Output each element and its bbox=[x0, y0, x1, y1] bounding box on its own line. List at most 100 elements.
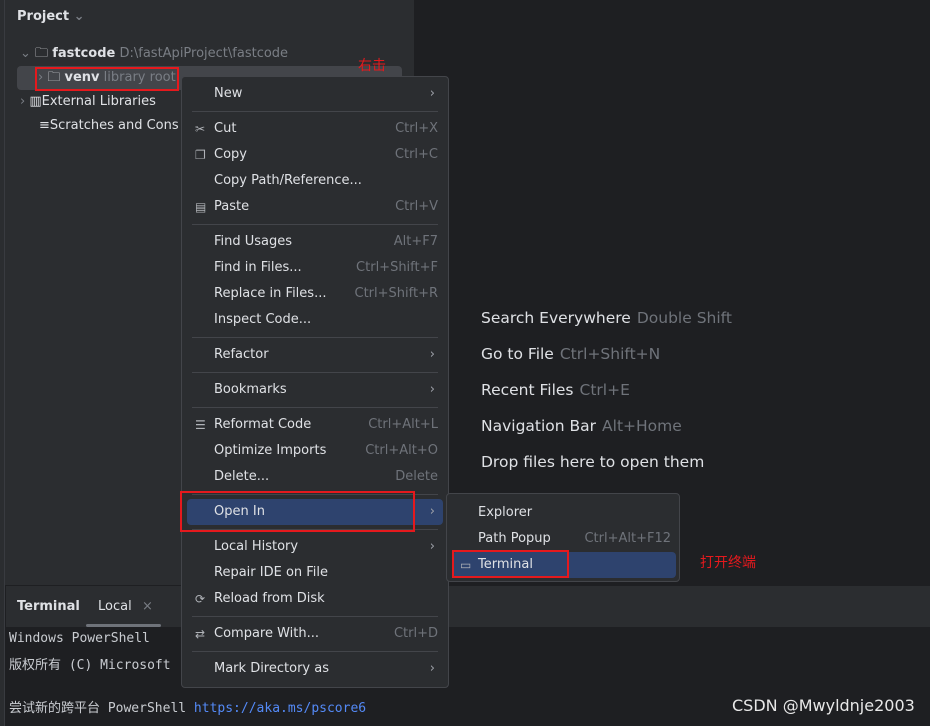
menu-separator bbox=[192, 111, 438, 112]
tab-local[interactable]: Local bbox=[98, 599, 132, 614]
menu-separator bbox=[192, 337, 438, 338]
menu-item-shortcut: Ctrl+Shift+R bbox=[354, 286, 439, 301]
hint-label: Search Everywhere bbox=[481, 309, 631, 327]
welcome-hint: Recent Files Ctrl+E bbox=[481, 381, 630, 399]
submenu-item-label: Explorer bbox=[478, 505, 533, 520]
tree-item-fastcode[interactable]: ⌄ 🗀 fastcode D:\fastApiProject\fastcode bbox=[20, 42, 288, 66]
menu-item-shortcut: Ctrl+D bbox=[393, 626, 438, 641]
menu-item-label: Reformat Code bbox=[214, 417, 312, 432]
menu-item-label: Bookmarks bbox=[214, 382, 287, 397]
menu-item-label: Reload from Disk bbox=[214, 591, 325, 606]
chevron-right-icon: › bbox=[20, 94, 26, 109]
menu-item-replace-in-files[interactable]: Replace in Files... Ctrl+Shift+R bbox=[187, 281, 443, 307]
submenu-item-explorer[interactable]: Explorer bbox=[452, 500, 676, 526]
menu-item-find-usages[interactable]: Find Usages Alt+F7 bbox=[187, 229, 443, 255]
chevron-down-icon: ⌄ bbox=[20, 46, 31, 61]
menu-separator bbox=[192, 651, 438, 652]
annotation-box-open-in bbox=[180, 491, 415, 532]
annotation-right-click: 右击 bbox=[358, 58, 386, 74]
hint-shortcut: Ctrl+E bbox=[579, 381, 630, 399]
menu-item-label: Repair IDE on File bbox=[214, 565, 329, 580]
menu-item-shortcut: Ctrl+Alt+L bbox=[368, 417, 438, 432]
menu-separator bbox=[192, 616, 438, 617]
copy-icon: ❐ bbox=[195, 148, 206, 162]
menu-item-label: Mark Directory as bbox=[214, 661, 329, 676]
project-title-label: Project bbox=[17, 9, 70, 24]
menu-item-copy[interactable]: ❐ Copy Ctrl+C bbox=[187, 142, 443, 168]
menu-item-shortcut: Alt+F7 bbox=[393, 234, 438, 249]
menu-separator bbox=[192, 224, 438, 225]
menu-item-optimize-imports[interactable]: Optimize Imports Ctrl+Alt+O bbox=[187, 438, 443, 464]
menu-item-copy-path-reference[interactable]: Copy Path/Reference... bbox=[187, 168, 443, 194]
hint-label: Recent Files bbox=[481, 381, 574, 399]
tab-underline bbox=[86, 624, 161, 627]
terminal-link[interactable]: https://aka.ms/pscore6 bbox=[194, 701, 366, 716]
menu-item-label: Replace in Files... bbox=[214, 286, 327, 301]
menu-item-shortcut: Ctrl+Alt+O bbox=[365, 443, 438, 458]
menu-item-inspect-code[interactable]: Inspect Code... bbox=[187, 307, 443, 333]
folder-icon: 🗀 bbox=[35, 46, 49, 61]
menu-item-label: Refactor bbox=[214, 347, 269, 362]
terminal-line: 尝试新的跨平台 PowerShell https://aka.ms/pscore… bbox=[9, 697, 366, 716]
terminal-title: Terminal bbox=[17, 599, 80, 614]
annotation-box-venv bbox=[35, 67, 179, 91]
menu-item-mark-directory-as[interactable]: Mark Directory as › bbox=[187, 656, 443, 682]
menu-item-paste[interactable]: ▤ Paste Ctrl+V bbox=[187, 194, 443, 220]
menu-item-reformat-code[interactable]: ☰ Reformat Code Ctrl+Alt+L bbox=[187, 412, 443, 438]
welcome-hint: Drop files here to open them bbox=[481, 453, 710, 471]
submenu-item-path-popup[interactable]: Path Popup Ctrl+Alt+F12 bbox=[452, 526, 676, 552]
hint-shortcut: Ctrl+Shift+N bbox=[559, 345, 661, 363]
close-icon[interactable]: × bbox=[142, 599, 153, 614]
terminal-header: Terminal Local × bbox=[6, 585, 930, 627]
chevron-right-icon: › bbox=[429, 382, 435, 397]
scratches-icon: ≡ bbox=[39, 118, 50, 133]
menu-item-reload-from-disk[interactable]: ⟳ Reload from Disk bbox=[187, 586, 443, 612]
hint-shortcut: Double Shift bbox=[636, 309, 732, 327]
scratches-label: Scratches and Cons bbox=[49, 118, 179, 133]
watermark: CSDN @Mwyldnje2003 bbox=[732, 696, 915, 715]
annotation-open-terminal: 打开终端 bbox=[700, 555, 756, 571]
compare-icon: ⇄ bbox=[195, 627, 206, 641]
root-path: D:\fastApiProject\fastcode bbox=[119, 46, 289, 61]
menu-item-label: Copy Path/Reference... bbox=[214, 173, 362, 188]
reload-icon: ⟳ bbox=[195, 592, 206, 606]
menu-item-label: New bbox=[214, 86, 243, 101]
menu-item-delete[interactable]: Delete... Delete bbox=[187, 464, 443, 490]
menu-item-refactor[interactable]: Refactor › bbox=[187, 342, 443, 368]
menu-item-shortcut: Ctrl+C bbox=[394, 147, 438, 162]
menu-item-label: Optimize Imports bbox=[214, 443, 327, 458]
terminal-line: Windows PowerShell bbox=[9, 631, 150, 646]
scissors-icon: ✂ bbox=[195, 122, 206, 136]
submenu-item-label: Path Popup bbox=[478, 531, 551, 546]
menu-item-find-in-files[interactable]: Find in Files... Ctrl+Shift+F bbox=[187, 255, 443, 281]
project-title[interactable]: Project ⌄ bbox=[17, 5, 85, 29]
chevron-right-icon: › bbox=[429, 347, 435, 362]
tree-item-external-libraries[interactable]: › ▥External Libraries bbox=[20, 90, 156, 114]
menu-item-label: Compare With... bbox=[214, 626, 320, 641]
menu-item-new[interactable]: New › bbox=[187, 81, 443, 107]
chevron-right-icon: › bbox=[429, 86, 435, 101]
submenu-item-shortcut: Ctrl+Alt+F12 bbox=[584, 531, 671, 546]
menu-item-local-history[interactable]: Local History › bbox=[187, 534, 443, 560]
menu-item-label: Cut bbox=[214, 121, 237, 136]
library-icon: ▥ bbox=[29, 94, 42, 109]
terminal-line: 版权所有 (C) Microsoft bbox=[9, 658, 171, 673]
menu-item-label: Inspect Code... bbox=[214, 312, 312, 327]
welcome-hint: Navigation Bar Alt+Home bbox=[481, 417, 682, 435]
chevron-down-icon: ⌄ bbox=[73, 9, 85, 24]
welcome-hint: Go to File Ctrl+Shift+N bbox=[481, 345, 660, 363]
menu-item-repair-ide-on-file[interactable]: Repair IDE on File bbox=[187, 560, 443, 586]
menu-item-bookmarks[interactable]: Bookmarks › bbox=[187, 377, 443, 403]
chevron-right-icon: › bbox=[429, 539, 435, 554]
tree-item-scratches[interactable]: ≡Scratches and Cons bbox=[39, 114, 179, 138]
menu-item-shortcut: Ctrl+V bbox=[395, 199, 438, 214]
menu-item-shortcut: Ctrl+X bbox=[395, 121, 438, 136]
ext-libs-label: External Libraries bbox=[41, 94, 156, 109]
menu-item-cut[interactable]: ✂ Cut Ctrl+X bbox=[187, 116, 443, 142]
menu-item-shortcut: Delete bbox=[395, 469, 438, 484]
chevron-right-icon: › bbox=[429, 661, 435, 676]
menu-item-label: Find Usages bbox=[214, 234, 293, 249]
menu-item-compare-with[interactable]: ⇄ Compare With... Ctrl+D bbox=[187, 621, 443, 647]
menu-separator bbox=[192, 372, 438, 373]
menu-item-label: Copy bbox=[214, 147, 247, 162]
